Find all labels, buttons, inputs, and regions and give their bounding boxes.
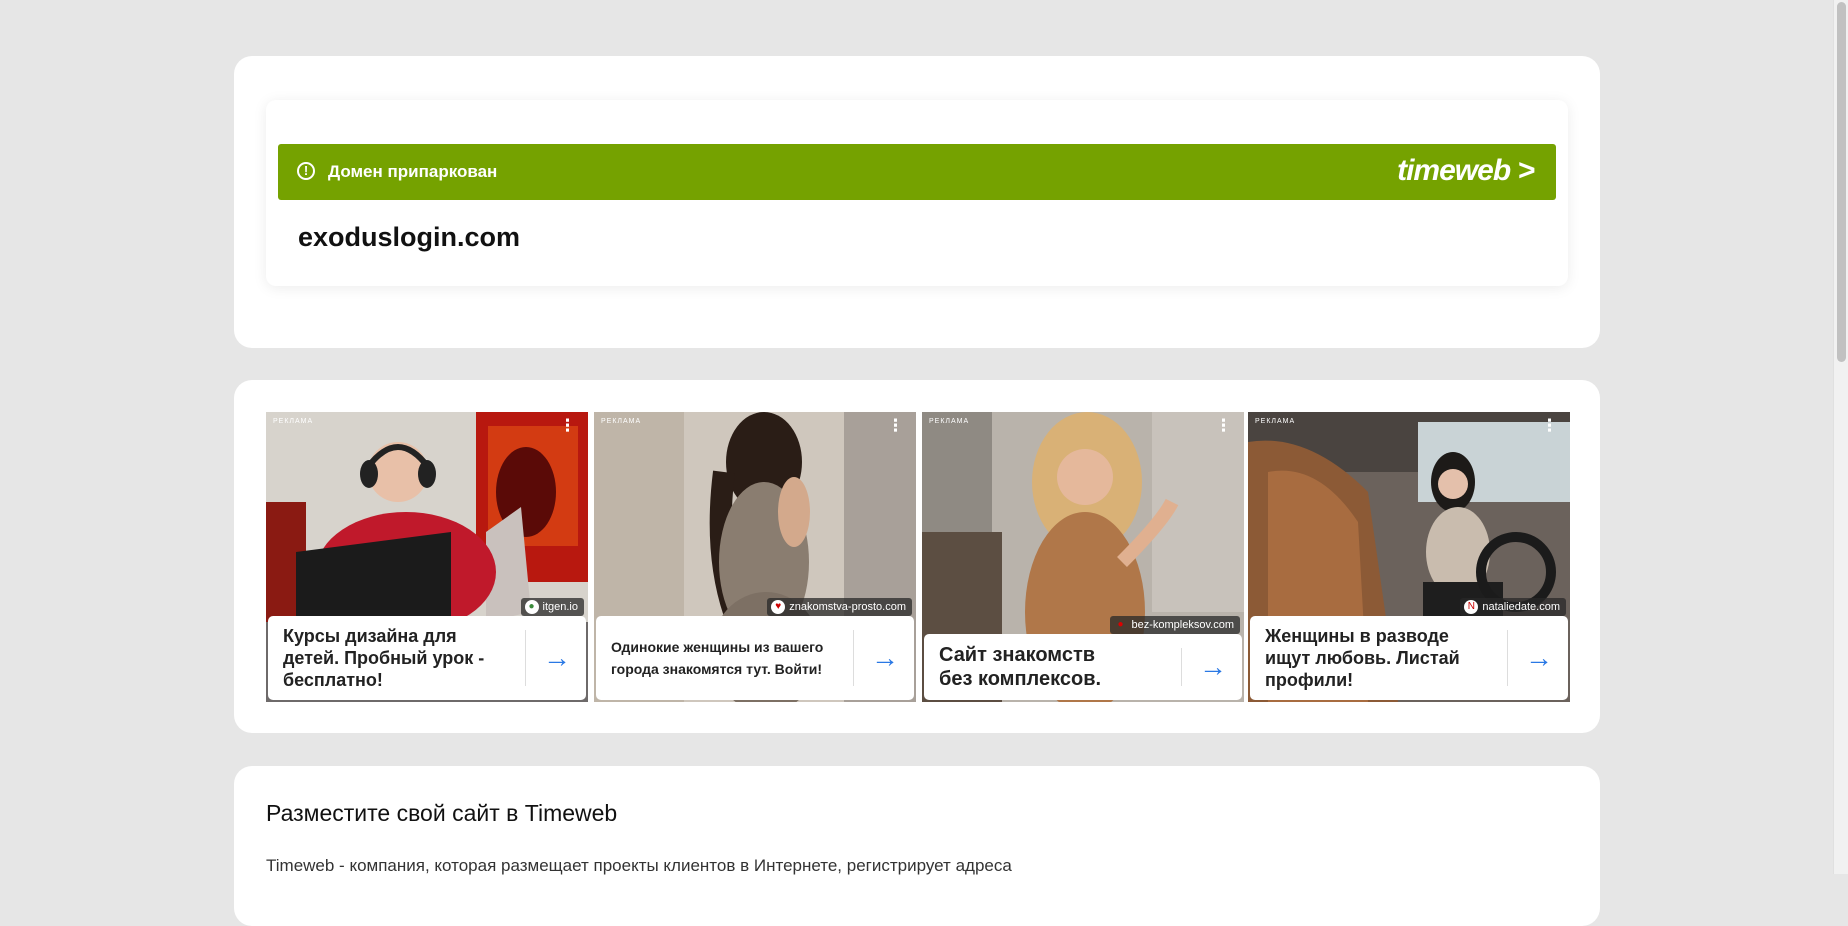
more-options-icon[interactable]: ⋮ bbox=[1541, 417, 1558, 434]
info-title: Разместите свой сайт в Timeweb bbox=[266, 800, 618, 826]
ad-label: РЕКЛАМА bbox=[1255, 418, 1296, 425]
arrow-right-icon[interactable]: → bbox=[870, 643, 900, 673]
ad-source-text: bez-kompleksov.com bbox=[1131, 619, 1235, 631]
ad-card-3[interactable]: РЕКЛАМА ⋮ ● bez-kompleksov.com Сайт знак… bbox=[922, 412, 1244, 702]
divider bbox=[1181, 648, 1182, 686]
ad-source-text: itgen.io bbox=[542, 601, 578, 613]
ad-title: Женщины в разводе ищут любовь. Листай пр… bbox=[1265, 626, 1460, 690]
ad-source-link[interactable]: ● itgen.io bbox=[520, 598, 584, 616]
divider bbox=[525, 630, 526, 686]
ad-source-link[interactable]: ● bez-kompleksov.com bbox=[1109, 616, 1240, 634]
ad-card-4[interactable]: РЕКЛАМА ⋮ N nataliedate.com Женщины в ра… bbox=[1248, 412, 1570, 702]
ad-label: РЕКЛАМА bbox=[929, 418, 970, 425]
ad-text-box[interactable]: Курсы дизайна для детей. Пробный урок - … bbox=[268, 616, 586, 700]
arrow-right-icon[interactable]: → bbox=[542, 643, 572, 673]
heart-favicon-icon: ♥ bbox=[771, 600, 786, 614]
ad-label: РЕКЛАМА bbox=[601, 418, 642, 425]
more-options-icon[interactable]: ⋮ bbox=[887, 417, 904, 434]
ad-text-box[interactable]: Сайт знакомств без комплексов. → bbox=[924, 634, 1242, 700]
timeweb-logo-link[interactable]: timeweb > bbox=[1397, 154, 1535, 188]
domain-card: ! Домен припаркован timeweb > exoduslogi… bbox=[266, 100, 1568, 286]
source-favicon-icon: ● bbox=[524, 600, 539, 614]
parked-domain-panel: ! Домен припаркован timeweb > exoduslogi… bbox=[234, 56, 1600, 348]
info-panel: Разместите свой сайт в Timeweb Timeweb -… bbox=[234, 766, 1600, 926]
ad-title: Одинокие женщины из вашего города знаком… bbox=[611, 639, 824, 677]
ads-panel: РЕКЛАМА ⋮ ● itgen.io Курсы дизайна для д… bbox=[234, 380, 1600, 733]
n-favicon-icon: N bbox=[1464, 600, 1479, 614]
divider bbox=[853, 630, 854, 686]
arrow-right-icon[interactable]: → bbox=[1198, 652, 1228, 682]
info-text: Timeweb - компания, которая размещает пр… bbox=[266, 856, 1012, 875]
divider bbox=[1507, 630, 1508, 686]
ad-label: РЕКЛАМА bbox=[273, 418, 314, 425]
ad-text-box[interactable]: Женщины в разводе ищут любовь. Листай пр… bbox=[1250, 616, 1568, 700]
ad-title: Сайт знакомств без комплексов. bbox=[939, 644, 1102, 690]
ad-title: Курсы дизайна для детей. Пробный урок - … bbox=[283, 626, 485, 690]
vertical-scrollbar[interactable] bbox=[1833, 0, 1848, 874]
ad-source-link[interactable]: N nataliedate.com bbox=[1460, 598, 1566, 616]
ad-source-text: nataliedate.com bbox=[1482, 601, 1560, 613]
ad-card-1[interactable]: РЕКЛАМА ⋮ ● itgen.io Курсы дизайна для д… bbox=[266, 412, 588, 702]
parked-status-text: Домен припаркован bbox=[328, 162, 498, 181]
warning-icon: ! bbox=[297, 162, 315, 180]
ad-card-2[interactable]: РЕКЛАМА ⋮ ♥ znakomstva-prosto.com Одинок… bbox=[594, 412, 916, 702]
lips-favicon-icon: ● bbox=[1117, 619, 1124, 630]
more-options-icon[interactable]: ⋮ bbox=[1215, 417, 1232, 434]
parked-status-bar: ! Домен припаркован timeweb > bbox=[278, 144, 1556, 200]
scrollbar-thumb[interactable] bbox=[1837, 2, 1846, 362]
ad-source-link[interactable]: ♥ znakomstva-prosto.com bbox=[767, 598, 912, 616]
arrow-right-icon[interactable]: → bbox=[1524, 643, 1554, 673]
more-options-icon[interactable]: ⋮ bbox=[559, 417, 576, 434]
domain-name: exoduslogin.com bbox=[298, 222, 521, 252]
ad-source-text: znakomstva-prosto.com bbox=[789, 601, 906, 613]
ad-text-box[interactable]: Одинокие женщины из вашего города знаком… bbox=[596, 616, 914, 700]
